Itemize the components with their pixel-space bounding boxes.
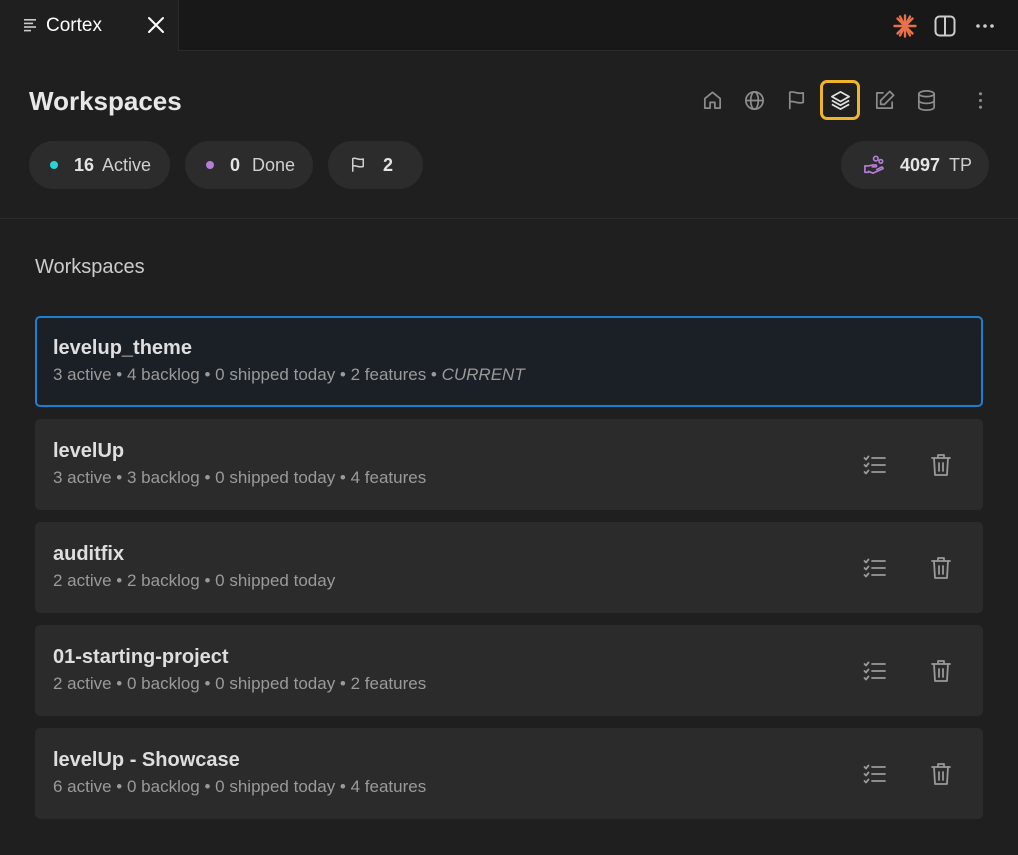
trash-icon[interactable] [928, 658, 954, 684]
task-list-icon[interactable] [862, 658, 888, 684]
window-actions [892, 12, 998, 40]
section-label: Workspaces [35, 256, 145, 278]
flag-icon [352, 157, 364, 172]
tp-unit: TP [949, 154, 973, 175]
task-list-icon[interactable] [862, 761, 888, 787]
split-panel-icon[interactable] [932, 13, 958, 39]
home-icon[interactable] [694, 82, 730, 118]
more-horizontal-icon[interactable] [972, 13, 998, 39]
workspace-card-current[interactable]: levelup_theme 3 active • 4 backlog • 0 sh… [35, 316, 983, 407]
workspace-meta-text: 3 active • 4 backlog • 0 shipped today •… [53, 365, 442, 384]
layers-icon[interactable] [820, 80, 860, 120]
workspace-card[interactable]: levelUp - Showcase 6 active • 0 backlog •… [35, 728, 983, 819]
globe-icon[interactable] [736, 82, 772, 118]
active-count-pill[interactable]: 16 Active [29, 141, 170, 189]
workspaces-header: Workspaces 16 Active 0 Done 2 4097 TP [0, 52, 1018, 219]
done-count: 0 [230, 154, 241, 175]
more-vertical-icon[interactable] [962, 82, 998, 118]
workspace-meta: 3 active • 3 backlog • 0 shipped today •… [53, 468, 426, 488]
edit-icon[interactable] [866, 82, 902, 118]
flag-icon[interactable] [778, 82, 814, 118]
workspace-card[interactable]: levelUp 3 active • 3 backlog • 0 shipped … [35, 419, 983, 510]
close-icon[interactable] [147, 16, 165, 34]
trash-icon[interactable] [928, 761, 954, 787]
current-tag: CURRENT [441, 365, 525, 384]
done-label: Done [252, 154, 296, 175]
database-icon[interactable] [908, 82, 944, 118]
workspace-meta: 2 active • 2 backlog • 0 shipped today [53, 571, 335, 591]
hand-coins-icon [864, 155, 884, 174]
tab-bar: Cortex [0, 0, 1018, 51]
workspace-meta: 2 active • 0 backlog • 0 shipped today •… [53, 674, 426, 694]
tp-value: 4097 [900, 154, 941, 175]
workspace-meta-text: 2 active • 0 backlog • 0 shipped today •… [53, 674, 427, 693]
workspace-name: 01-starting-project [53, 646, 229, 668]
workspace-meta-text: 2 active • 2 backlog • 0 shipped today [53, 571, 336, 590]
workspace-meta: 6 active • 0 backlog • 0 shipped today •… [53, 777, 426, 797]
trash-icon[interactable] [928, 555, 954, 581]
workspace-name: levelUp [53, 440, 125, 462]
flags-count-pill[interactable]: 2 [328, 141, 423, 189]
tp-pill[interactable]: 4097 TP [841, 141, 989, 189]
workspace-meta-text: 3 active • 3 backlog • 0 shipped today •… [53, 468, 427, 487]
done-count-pill[interactable]: 0 Done [185, 141, 313, 189]
workspace-meta: 3 active • 4 backlog • 0 shipped today •… [53, 365, 525, 385]
toolbar [688, 80, 998, 120]
workspace-card[interactable]: auditfix 2 active • 2 backlog • 0 shipped… [35, 522, 983, 613]
task-list-icon[interactable] [862, 452, 888, 478]
list-icon [24, 19, 36, 32]
trash-icon[interactable] [928, 452, 954, 478]
page-title: Workspaces [29, 86, 182, 116]
active-dot-icon [50, 161, 58, 169]
done-dot-icon [206, 161, 214, 169]
workspace-card[interactable]: 01-starting-project 2 active • 0 backlog … [35, 625, 983, 716]
tab-title: Cortex [46, 15, 102, 36]
workspace-name: auditfix [53, 543, 125, 565]
workspace-name: levelUp - Showcase [53, 749, 240, 771]
claude-asterisk-icon[interactable] [892, 13, 918, 39]
workspace-meta-text: 6 active • 0 backlog • 0 shipped today •… [53, 777, 427, 796]
active-label: Active [102, 154, 152, 175]
flags-count: 2 [383, 154, 394, 175]
workspace-name: levelup_theme [53, 337, 192, 359]
tab-cortex[interactable]: Cortex [0, 0, 179, 51]
active-count: 16 [74, 154, 95, 175]
task-list-icon[interactable] [862, 555, 888, 581]
